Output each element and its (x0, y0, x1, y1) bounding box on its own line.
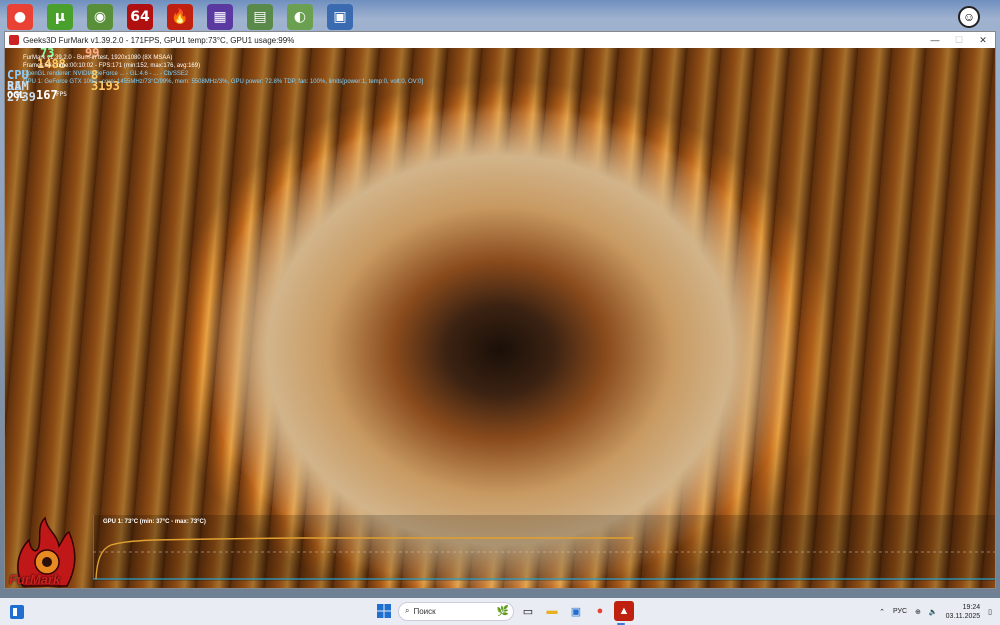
volume-icon[interactable]: 🔈 (929, 608, 938, 616)
render-viewport: 73 99 1488 CPU 35 8 3193 RAM 2739 OGL 16… (5, 48, 995, 588)
graph-label: GPU 1: 73°C (min: 37°C - max: 73°C) (103, 519, 206, 525)
taskbar: ⌕ Поиск 🌿 ▭ ▬ ▣ ● ▲ ⌃ РУС ⊕ 🔈 19:24 03.1… (0, 598, 1000, 625)
network-tool-icon: ▣ (327, 4, 353, 30)
globe-tool-icon: ◉ (87, 4, 113, 30)
window-titlebar[interactable]: Geeks3D FurMark v1.39.2.0 - 171FPS, GPU1… (5, 32, 995, 48)
taskbar-center: ⌕ Поиск 🌿 ▭ ▬ ▣ ● ▲ (374, 601, 634, 621)
desktop-shortcuts: ● μ ◉ 64 🔥 ▦ ▤ ◐ ▣ (0, 0, 360, 34)
utorrent-shortcut-icon[interactable]: μ (40, 0, 80, 34)
network-tool-shortcut-icon[interactable]: ▣ (320, 0, 360, 34)
clock-time: 19:24 (962, 603, 981, 611)
disk-tool-icon: ◐ (287, 4, 313, 30)
chrome-shortcut-icon[interactable]: ● (0, 0, 40, 34)
clock-date: 03.11.2025 (945, 612, 981, 620)
disk-tool-shortcut-icon[interactable]: ◐ (280, 0, 320, 34)
notifications-icon[interactable]: ▯ (988, 608, 992, 616)
system-tray: ⌃ РУС ⊕ 🔈 19:24 03.11.2025 ▯ (879, 598, 992, 625)
osd-line-4: GPU 1: GeForce GTX 1060 - core: 1455MHz/… (23, 79, 424, 85)
user-account-icon[interactable]: ☺ (958, 6, 980, 28)
store-icon[interactable]: ▣ (566, 601, 586, 621)
maximize-button[interactable]: ☐ (947, 32, 971, 48)
window-title: Geeks3D FurMark v1.39.2.0 - 171FPS, GPU1… (23, 35, 295, 45)
chrome-taskbar-icon[interactable]: ● (590, 601, 610, 621)
furmark-logo-text: FurMark (9, 572, 61, 587)
chrome-icon: ● (7, 4, 33, 30)
clock[interactable]: 19:24 03.11.2025 (946, 603, 981, 621)
furmark-taskbar-icon[interactable]: ▲ (614, 601, 634, 621)
start-button[interactable] (374, 601, 394, 621)
map-tool-icon: ▤ (247, 4, 273, 30)
osd-info-lines: FurMark v1.39.2.0 - Burn-in test, 1920x1… (23, 54, 423, 86)
aida64-icon: 64 (127, 4, 153, 30)
map-tool-shortcut-icon[interactable]: ▤ (240, 0, 280, 34)
task-view-icon[interactable]: ▭ (518, 601, 538, 621)
osd-fps-unit: FPS (56, 91, 67, 98)
osd-ogl-label: OGL (7, 90, 26, 101)
widgets-button[interactable] (8, 603, 26, 620)
utorrent-icon: μ (47, 4, 73, 30)
search-highlight-icon: 🌿 (496, 605, 509, 617)
furmark-app-icon (9, 35, 19, 45)
vm-tool-shortcut-icon[interactable]: ▦ (200, 0, 240, 34)
globe-tool-shortcut-icon[interactable]: ◉ (80, 0, 120, 34)
osd-line-3: OpenGL renderer: NVIDIA GeForce ... - GL… (23, 71, 189, 77)
minimize-button[interactable]: — (923, 32, 947, 48)
osd-line-2: Frames:58 - time:00:10:02 - FPS:171 (min… (23, 63, 201, 69)
chevron-up-icon[interactable]: ⌃ (879, 608, 885, 616)
file-explorer-icon[interactable]: ▬ (542, 601, 562, 621)
network-icon[interactable]: ⊕ (915, 608, 921, 616)
search-icon: ⌕ (405, 606, 410, 615)
vm-tool-icon: ▦ (207, 4, 233, 30)
aida64-shortcut-icon[interactable]: 64 (120, 0, 160, 34)
gpu-temperature-graph: GPU 1: 73°C (min: 37°C - max: 73°C) (93, 515, 995, 581)
furmark-icon: 🔥 (167, 4, 193, 30)
search-placeholder: Поиск (413, 606, 436, 616)
osd-line-1: FurMark v1.39.2.0 - Burn-in test, 1920x1… (23, 55, 173, 61)
language-indicator[interactable]: РУС (893, 608, 907, 615)
furmark-window: Geeks3D FurMark v1.39.2.0 - 171FPS, GPU1… (4, 31, 996, 589)
taskbar-search[interactable]: ⌕ Поиск 🌿 (398, 601, 514, 621)
osd-fps-value: 167 (36, 88, 58, 102)
furmark-shortcut-icon[interactable]: 🔥 (160, 0, 200, 34)
close-button[interactable]: ✕ (971, 32, 995, 48)
